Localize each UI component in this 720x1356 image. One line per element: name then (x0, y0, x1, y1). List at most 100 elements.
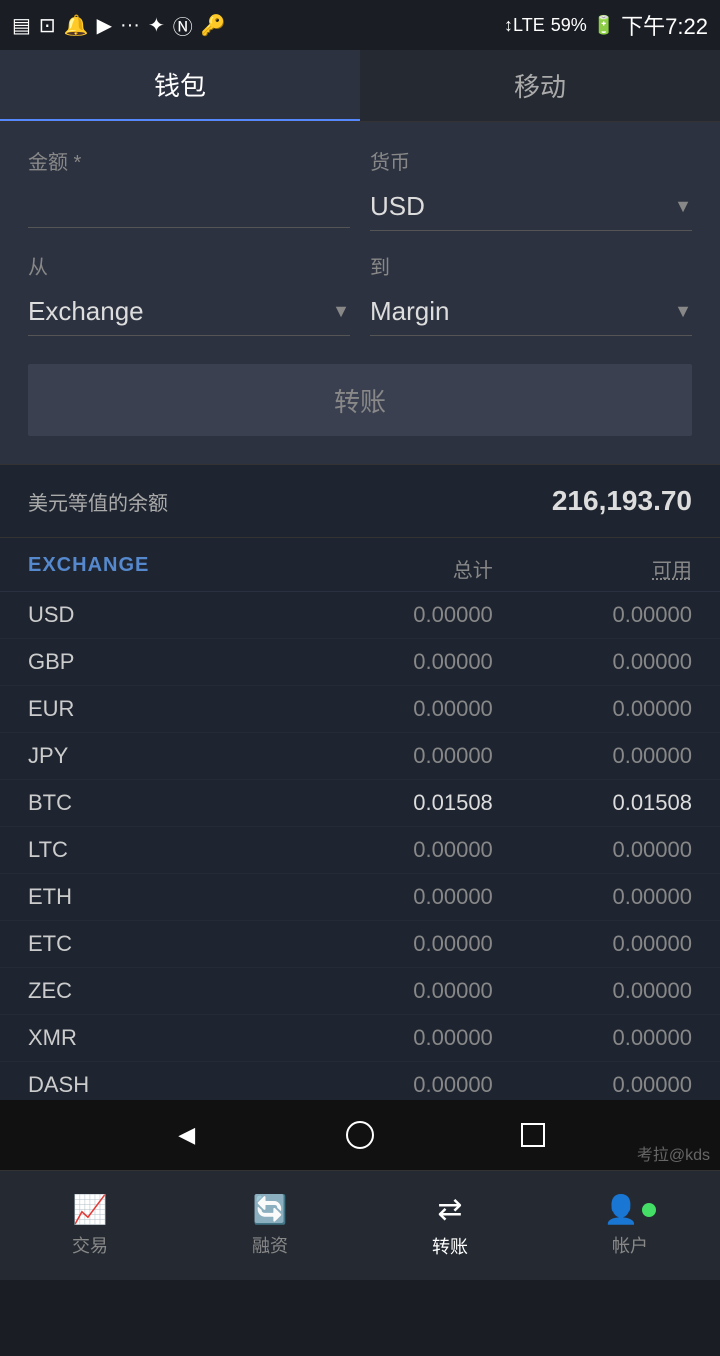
balance-label: 美元等值的余额 (28, 487, 168, 516)
currency-name: EUR (28, 696, 294, 722)
currency-value: USD (370, 191, 674, 222)
available-value: 0.00000 (493, 1072, 692, 1098)
total-value: 0.00000 (294, 884, 493, 910)
to-label: 到 (370, 251, 692, 280)
currency-select[interactable]: USD ▼ (370, 183, 692, 231)
amount-currency-row: 金额 * 货币 USD ▼ (28, 146, 692, 231)
watermark: 考拉@kds (637, 1141, 710, 1165)
online-dot (642, 1203, 656, 1217)
battery-level: 59% (551, 15, 587, 36)
total-value: 0.00000 (294, 1025, 493, 1051)
header-total: 总计 (294, 554, 493, 583)
total-value: 0.00000 (294, 978, 493, 1004)
battery-icon: 🔋 (593, 15, 615, 36)
amount-input[interactable] (28, 183, 350, 228)
currency-name: JPY (28, 743, 294, 769)
available-value: 0.01508 (493, 790, 692, 816)
recents-button[interactable] (513, 1115, 553, 1155)
table-row: GBP0.000000.00000 (0, 639, 720, 686)
transfer-button[interactable]: 转账 (28, 364, 692, 436)
tab-move[interactable]: 移动 (360, 50, 720, 121)
available-value: 0.00000 (493, 884, 692, 910)
table-row: EUR0.000000.00000 (0, 686, 720, 733)
from-select[interactable]: Exchange ▼ (28, 288, 350, 336)
tab-wallet[interactable]: 钱包 (0, 50, 360, 121)
total-value: 0.00000 (294, 696, 493, 722)
nav-trade[interactable]: 📈 交易 (0, 1171, 180, 1280)
available-value: 0.00000 (493, 978, 692, 1004)
available-value: 0.00000 (493, 602, 692, 628)
total-value: 0.00000 (294, 1072, 493, 1098)
nav-account[interactable]: 👤 帐户 (540, 1171, 720, 1280)
time-display: 下午7:22 (621, 9, 708, 41)
tab-bar: 钱包 移动 (0, 50, 720, 122)
available-value: 0.00000 (493, 1025, 692, 1051)
signal-icon: ↕LTE (504, 15, 545, 36)
exchange-table-header: EXCHANGE 总计 可用 (0, 538, 720, 592)
table-row: USD0.000000.00000 (0, 592, 720, 639)
nav-finance[interactable]: 🔄 融资 (180, 1171, 360, 1280)
currency-name: DASH (28, 1072, 294, 1098)
status-icon-bell: 🔔 (64, 13, 89, 38)
from-arrow-icon: ▼ (332, 301, 350, 322)
header-available: 可用 (493, 554, 692, 583)
table-row: XMR0.000000.00000 (0, 1015, 720, 1062)
from-to-row: 从 Exchange ▼ 到 Margin ▼ (28, 251, 692, 336)
exchange-rows: USD0.000000.00000GBP0.000000.00000EUR0.0… (0, 592, 720, 1156)
balance-section: 美元等值的余额 216,193.70 (0, 464, 720, 538)
account-icon: 👤 (604, 1193, 639, 1226)
available-value: 0.00000 (493, 837, 692, 863)
from-group: 从 Exchange ▼ (28, 251, 350, 336)
total-value: 0.00000 (294, 743, 493, 769)
table-row: JPY0.000000.00000 (0, 733, 720, 780)
table-row: BTC0.015080.01508 (0, 780, 720, 827)
finance-icon: 🔄 (253, 1193, 288, 1226)
from-value: Exchange (28, 296, 332, 327)
total-value: 0.00000 (294, 602, 493, 628)
available-value: 0.00000 (493, 696, 692, 722)
total-value: 0.00000 (294, 649, 493, 675)
currency-name: ETH (28, 884, 294, 910)
available-value: 0.00000 (493, 743, 692, 769)
nav-finance-label: 融资 (252, 1232, 288, 1258)
table-row: ETC0.000000.00000 (0, 921, 720, 968)
status-icon-1: ▤ (12, 13, 31, 38)
back-button[interactable]: ◀ (167, 1115, 207, 1155)
home-button[interactable] (340, 1115, 380, 1155)
status-icon-key: 🔑 (201, 13, 226, 38)
available-value: 0.00000 (493, 931, 692, 957)
currency-group: 货币 USD ▼ (370, 146, 692, 231)
account-icon-row: 👤 (604, 1193, 657, 1226)
table-row: ZEC0.000000.00000 (0, 968, 720, 1015)
from-label: 从 (28, 251, 350, 280)
to-select[interactable]: Margin ▼ (370, 288, 692, 336)
nav-account-label: 帐户 (612, 1232, 648, 1258)
status-right: ↕LTE 59% 🔋 下午7:22 (504, 9, 708, 41)
currency-name: XMR (28, 1025, 294, 1051)
system-nav-bar: ◀ (0, 1100, 720, 1170)
currency-name: USD (28, 602, 294, 628)
nav-transfer[interactable]: ⇄ 转账 (360, 1171, 540, 1280)
currency-name: ZEC (28, 978, 294, 1004)
currency-name: LTC (28, 837, 294, 863)
status-icon-dots: ··· (120, 14, 140, 37)
status-left: ▤ ⊡ 🔔 ▶ ··· ✦ Ⓝ 🔑 (12, 11, 226, 40)
to-value: Margin (370, 296, 674, 327)
status-icon-bt: ✦ (148, 13, 165, 38)
currency-name: GBP (28, 649, 294, 675)
to-group: 到 Margin ▼ (370, 251, 692, 336)
currency-name: BTC (28, 790, 294, 816)
status-icon-send: ▶ (97, 13, 112, 38)
to-arrow-icon: ▼ (674, 301, 692, 322)
total-value: 0.00000 (294, 837, 493, 863)
table-row: LTC0.000000.00000 (0, 827, 720, 874)
total-value: 0.00000 (294, 931, 493, 957)
transfer-icon: ⇄ (437, 1192, 462, 1227)
nav-trade-label: 交易 (72, 1232, 108, 1258)
currency-label: 货币 (370, 146, 692, 175)
currency-name: ETC (28, 931, 294, 957)
trade-icon: 📈 (73, 1193, 108, 1226)
nav-transfer-label: 转账 (432, 1233, 468, 1259)
status-bar: ▤ ⊡ 🔔 ▶ ··· ✦ Ⓝ 🔑 ↕LTE 59% 🔋 下午7:22 (0, 0, 720, 50)
balance-value: 216,193.70 (552, 485, 692, 517)
